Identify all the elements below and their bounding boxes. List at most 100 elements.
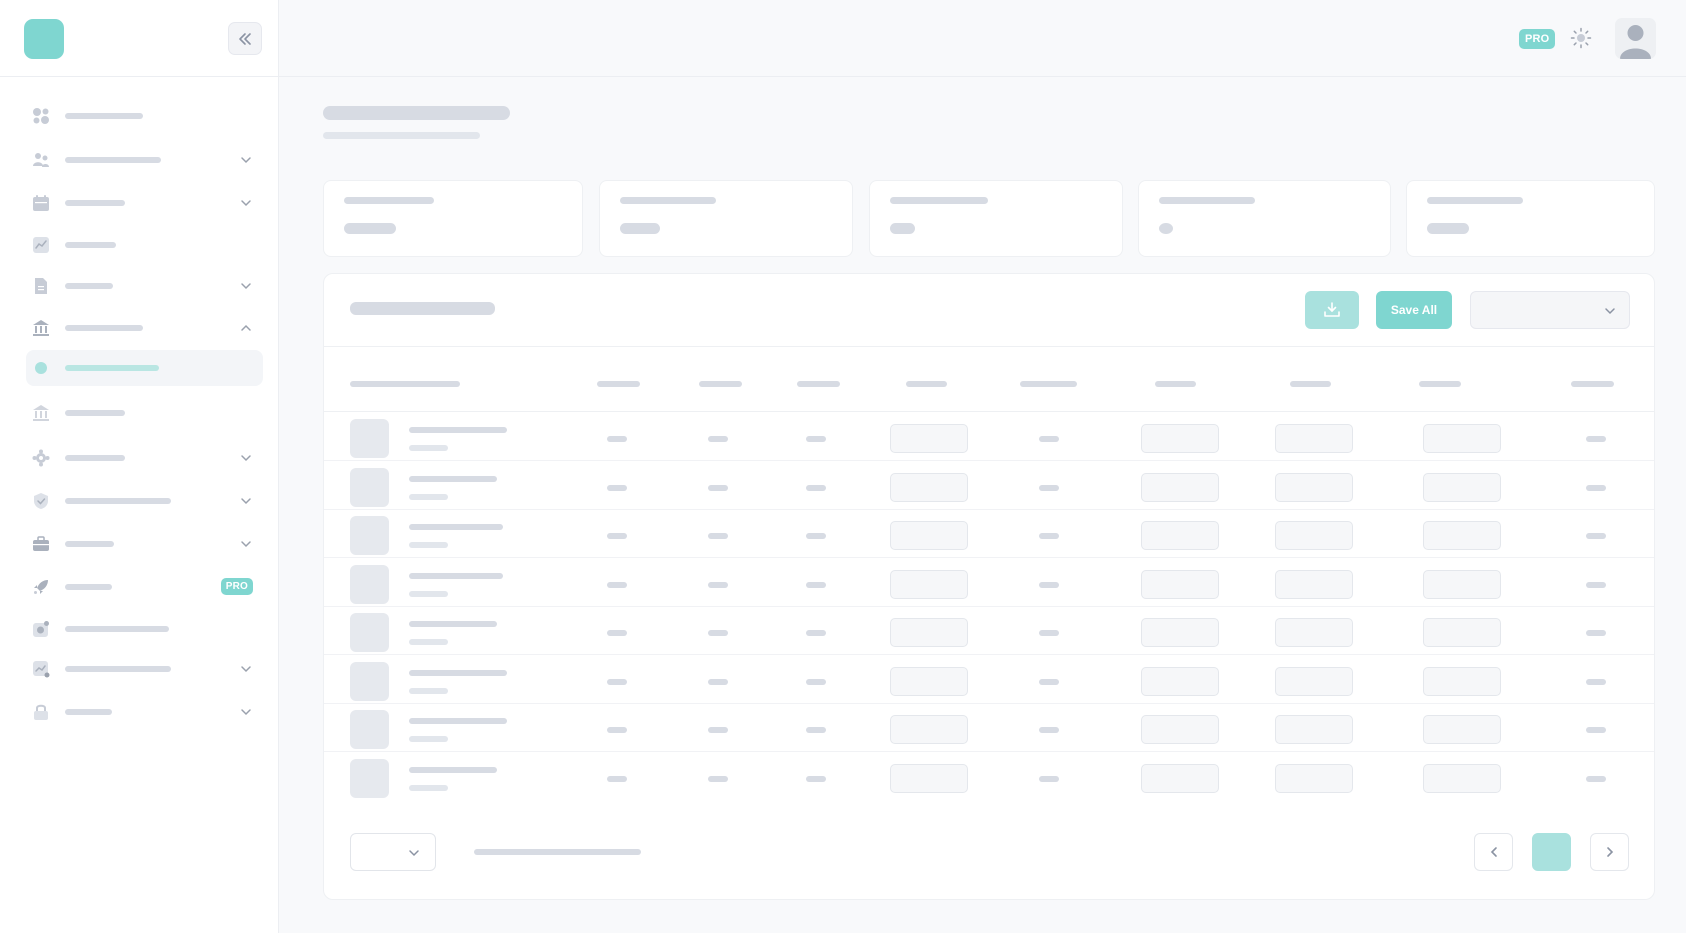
- sidebar-item-calendar[interactable]: [26, 185, 263, 221]
- cell-input[interactable]: [1423, 715, 1501, 744]
- column-header: [1020, 381, 1077, 387]
- sidebar-item-dashboard[interactable]: [26, 98, 263, 134]
- stat-card: [869, 180, 1123, 257]
- table-row[interactable]: [324, 413, 1654, 461]
- next-page-button[interactable]: [1590, 833, 1629, 871]
- cell-input[interactable]: [1141, 472, 1219, 502]
- cell-input[interactable]: [1275, 569, 1353, 599]
- cell-input[interactable]: [890, 424, 968, 453]
- cell-input[interactable]: [1141, 666, 1219, 696]
- cell-input[interactable]: [1141, 569, 1219, 599]
- table-row[interactable]: [324, 559, 1654, 607]
- chart-icon: [32, 660, 50, 678]
- cell-input[interactable]: [1141, 763, 1219, 793]
- cell-input[interactable]: [1141, 424, 1219, 453]
- cell-input[interactable]: [1423, 763, 1501, 793]
- row-thumbnail: [350, 661, 389, 701]
- stat-label: [620, 197, 716, 204]
- cell-input[interactable]: [890, 569, 968, 599]
- chevron-down-icon: [241, 666, 251, 673]
- sidebar-item-banking[interactable]: [26, 310, 263, 346]
- stat-card: [323, 180, 583, 257]
- cell-value: [806, 727, 826, 733]
- current-page-button[interactable]: [1532, 833, 1571, 871]
- cell-input[interactable]: [1141, 618, 1219, 647]
- sidebar-item-label: [65, 113, 143, 119]
- table-panel: Save All: [323, 273, 1655, 900]
- sidebar-item-media[interactable]: [26, 611, 263, 647]
- rows-per-page-select[interactable]: [350, 833, 436, 871]
- filter-select[interactable]: [1470, 291, 1630, 329]
- cell-value: [1039, 484, 1059, 491]
- cell-input[interactable]: [1423, 472, 1501, 502]
- theme-toggle-button[interactable]: [1570, 27, 1592, 49]
- chevron-down-icon: [241, 283, 251, 290]
- cell-input[interactable]: [1423, 569, 1501, 599]
- sidebar-item-business[interactable]: [26, 526, 263, 562]
- stat-value: [620, 223, 660, 234]
- column-header: [1571, 381, 1614, 387]
- cell-input[interactable]: [1275, 666, 1353, 696]
- table-row[interactable]: [324, 753, 1654, 801]
- cell-value: [1039, 581, 1059, 588]
- stat-card: [599, 180, 853, 257]
- pro-badge[interactable]: PRO: [1519, 29, 1556, 49]
- stat-label: [1159, 197, 1255, 204]
- sidebar-collapse-button[interactable]: [228, 22, 262, 55]
- table-row[interactable]: [324, 704, 1654, 752]
- cell-input[interactable]: [1275, 618, 1353, 647]
- table-row[interactable]: [324, 510, 1654, 558]
- cell-input[interactable]: [890, 763, 968, 793]
- import-button[interactable]: [1305, 291, 1359, 329]
- sidebar-item-launch[interactable]: PRO: [26, 569, 263, 605]
- table-row[interactable]: [324, 656, 1654, 704]
- sidebar-subitem-bank[interactable]: [26, 395, 263, 431]
- sidebar-subitem-active[interactable]: [26, 350, 263, 386]
- cell-input[interactable]: [1275, 715, 1353, 744]
- table-row[interactable]: [324, 462, 1654, 510]
- column-header: [350, 381, 460, 387]
- cell-value: [607, 581, 627, 588]
- cell-input[interactable]: [1423, 521, 1501, 550]
- cell-input[interactable]: [890, 472, 968, 502]
- cell-input[interactable]: [1423, 666, 1501, 696]
- cell-input[interactable]: [1275, 472, 1353, 502]
- stat-value: [1427, 223, 1469, 234]
- sidebar-item-analytics[interactable]: [26, 227, 263, 263]
- chevron-down-icon: [241, 709, 251, 716]
- prev-page-button[interactable]: [1474, 833, 1513, 871]
- cell-input[interactable]: [1423, 424, 1501, 453]
- cell-input[interactable]: [1141, 521, 1219, 550]
- cell-input[interactable]: [1275, 763, 1353, 793]
- sidebar-item-reports[interactable]: [26, 651, 263, 687]
- cell-input[interactable]: [1275, 521, 1353, 550]
- sidebar-item-label: [65, 283, 113, 289]
- app-logo[interactable]: [24, 19, 64, 59]
- cell-input[interactable]: [1141, 715, 1219, 744]
- cell-value: [1586, 678, 1606, 685]
- cell-value: [708, 727, 728, 733]
- cell-input[interactable]: [890, 618, 968, 647]
- row-subtitle: [409, 784, 448, 791]
- cell-value: [806, 484, 826, 491]
- column-header: [1419, 381, 1461, 387]
- cell-input[interactable]: [890, 521, 968, 550]
- save-all-button[interactable]: Save All: [1376, 291, 1452, 329]
- stat-value: [344, 223, 396, 234]
- cell-input[interactable]: [1275, 424, 1353, 453]
- cell-value: [607, 436, 627, 442]
- cell-value: [1039, 678, 1059, 685]
- user-avatar[interactable]: [1615, 18, 1656, 59]
- sidebar-item-access[interactable]: [26, 694, 263, 730]
- chevron-left-icon: [1490, 847, 1497, 857]
- sidebar-item-settings[interactable]: [26, 440, 263, 476]
- cell-input[interactable]: [1423, 618, 1501, 647]
- cell-input[interactable]: [890, 666, 968, 696]
- sidebar-item-label: [65, 666, 171, 672]
- sidebar-item-users[interactable]: [26, 142, 263, 178]
- cell-input[interactable]: [890, 715, 968, 744]
- cell-value: [708, 581, 728, 588]
- table-row[interactable]: [324, 607, 1654, 655]
- sidebar-item-documents[interactable]: [26, 268, 263, 304]
- sidebar-item-security[interactable]: [26, 483, 263, 519]
